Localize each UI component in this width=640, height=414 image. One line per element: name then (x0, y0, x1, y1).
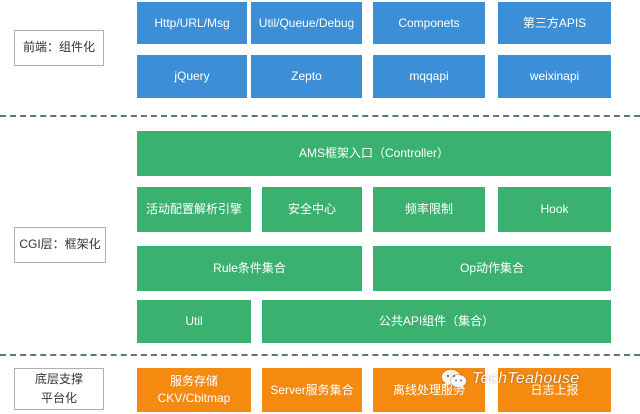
frontend-box-third-party-apis: 第三方APIS (498, 2, 611, 44)
frontend-box-label: Componets (398, 15, 460, 30)
frontend-box-label: Zepto (291, 69, 322, 84)
cgi-box-util: Util (137, 300, 251, 343)
cgi-box-activity-config-engine: 活动配置解析引擎 (137, 187, 251, 232)
cgi-box-label: Hook (540, 202, 569, 217)
frontend-box-label: weixinapi (529, 69, 580, 84)
cgi-box-op-actions: Op动作集合 (373, 246, 611, 291)
layer-divider-bottom (0, 354, 640, 356)
platform-layer-label: 底层支撑 平台化 (14, 368, 104, 410)
cgi-box-label: 频率限制 (404, 202, 453, 217)
frontend-layer-label: 前端：组件化 (14, 30, 104, 66)
cgi-layer-label: CGI层：框架化 (14, 227, 106, 263)
cgi-box-security-center: 安全中心 (262, 187, 362, 232)
frontend-box-componets: Componets (373, 2, 485, 44)
frontend-box-mqqapi: mqqapi (373, 55, 485, 98)
platform-layer-label-line1: 底层支撑 (34, 371, 83, 386)
platform-box-label: 日志上报 (530, 382, 579, 397)
layer-divider-top (0, 115, 640, 117)
frontend-layer-label-text: 前端：组件化 (22, 40, 95, 55)
frontend-box-label: mqqapi (409, 69, 449, 84)
cgi-box-label: 公共API组件（集合） (378, 314, 495, 329)
frontend-box-label: 第三方APIS (522, 15, 587, 30)
platform-box-label: Server服务集合 (270, 382, 354, 397)
frontend-box-label: Http/URL/Msg (154, 15, 230, 30)
platform-box-offline-processing: 离线处理服务 (373, 368, 485, 412)
platform-box-server-services: Server服务集合 (262, 368, 362, 412)
platform-box-label-line1: 服务存储 (169, 373, 218, 388)
cgi-layer-label-text: CGI层：框架化 (19, 237, 101, 252)
frontend-box-jquery: jQuery (137, 55, 247, 98)
cgi-box-hook: Hook (498, 187, 611, 232)
platform-box-log-reporting: 日志上报 (498, 368, 611, 412)
frontend-box-http-url-msg: Http/URL/Msg (137, 2, 247, 44)
platform-box-label-line2: CKV/Cbitmap (157, 391, 231, 405)
frontend-box-label: jQuery (174, 69, 210, 84)
cgi-box-rate-limit: 频率限制 (373, 187, 485, 232)
cgi-box-rule-conditions: Rule条件集合 (137, 246, 362, 291)
cgi-box-label: Op动作集合 (459, 261, 524, 276)
cgi-box-label: Util (185, 314, 203, 329)
cgi-box-label: AMS框架入口（Controller） (298, 146, 450, 161)
cgi-box-label: 活动配置解析引擎 (145, 202, 242, 217)
platform-layer-label-line2: 平台化 (40, 391, 77, 405)
frontend-box-zepto: Zepto (251, 55, 362, 98)
frontend-box-label: Util/Queue/Debug (258, 15, 355, 30)
cgi-box-label: Rule条件集合 (213, 261, 286, 276)
frontend-box-util-queue-debug: Util/Queue/Debug (251, 2, 362, 44)
cgi-box-ams-entry: AMS框架入口（Controller） (137, 131, 611, 176)
platform-box-storage: 服务存储 CKV/Cbitmap (137, 368, 251, 412)
cgi-box-label: 安全中心 (287, 202, 336, 217)
frontend-box-weixinapi: weixinapi (498, 55, 611, 98)
cgi-box-public-api-components: 公共API组件（集合） (262, 300, 611, 343)
platform-box-label: 离线处理服务 (392, 382, 465, 397)
